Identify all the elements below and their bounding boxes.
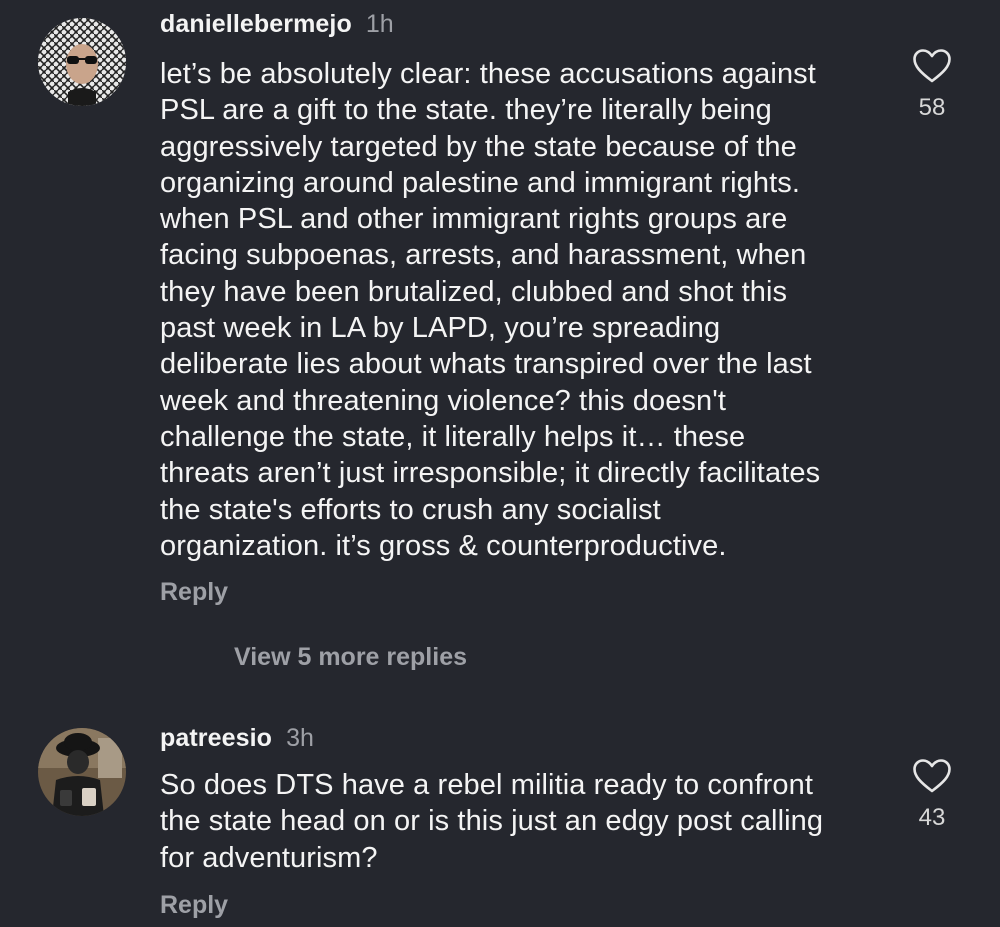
comment-line: threats aren’t just irresponsible; it di… (160, 457, 821, 490)
comment-item: patreesio 3h So does DTS have a rebel mi… (0, 700, 1000, 927)
comment-line: when PSL and other immigrant rights grou… (160, 203, 788, 236)
comment-line: for adventurism? (160, 841, 378, 874)
comment-line: organizing around palestine and immigran… (160, 166, 801, 199)
comment-line: the state head on or is this just an edg… (160, 805, 824, 838)
timestamp: 1h (365, 10, 394, 38)
username[interactable]: patreesio (160, 724, 272, 753)
comment-line: the state's efforts to crush any sociali… (160, 493, 661, 526)
comment-header: patreesio 3h (160, 724, 314, 753)
comment-line: So does DTS have a rebel militia ready t… (160, 769, 813, 801)
comment-line: aggressively targeted by the state becau… (160, 130, 797, 163)
comment-line: challenge the state, it literally helps … (160, 420, 746, 453)
comment-line: they have been brutalized, clubbed and s… (160, 275, 788, 308)
view-more-replies-button[interactable]: View 5 more replies (234, 643, 467, 672)
heart-outline-icon (913, 759, 951, 793)
comment-line: deliberate lies about whats transpired o… (160, 348, 812, 381)
reply-button[interactable]: Reply (160, 891, 228, 920)
avatar-image (38, 728, 126, 816)
timestamp: 3h (286, 724, 314, 752)
comment-item: daniellebermejo 1h let’s be absolutely c… (0, 0, 1000, 700)
comment-text: let’s be absolutely clear: these accusat… (160, 56, 875, 564)
like-button[interactable]: 58 (905, 48, 959, 122)
comment-line: week and threatening violence? this does… (160, 384, 727, 417)
comment-line: organization. it’s gross & counterproduc… (160, 529, 727, 562)
heart-outline-icon (913, 49, 951, 83)
like-count: 43 (918, 804, 946, 831)
reply-button[interactable]: Reply (160, 578, 228, 607)
username[interactable]: daniellebermejo (160, 10, 352, 39)
comment-text: So does DTS have a rebel militia ready t… (160, 767, 875, 876)
avatar[interactable] (38, 728, 126, 816)
like-count: 58 (918, 94, 946, 121)
comments-page: daniellebermejo 1h let’s be absolutely c… (0, 0, 1000, 927)
comment-line: past week in LA by LAPD, you’re spreadin… (160, 312, 721, 345)
comment-header: daniellebermejo 1h (160, 10, 394, 39)
comment-line: facing subpoenas, arrests, and harassmen… (160, 239, 807, 272)
like-button[interactable]: 43 (905, 758, 959, 832)
comment-line: PSL are a gift to the state. they’re lit… (160, 94, 772, 127)
comment-line: let’s be absolutely clear: these accusat… (160, 58, 816, 90)
avatar-image (38, 18, 126, 106)
avatar[interactable] (38, 18, 126, 106)
